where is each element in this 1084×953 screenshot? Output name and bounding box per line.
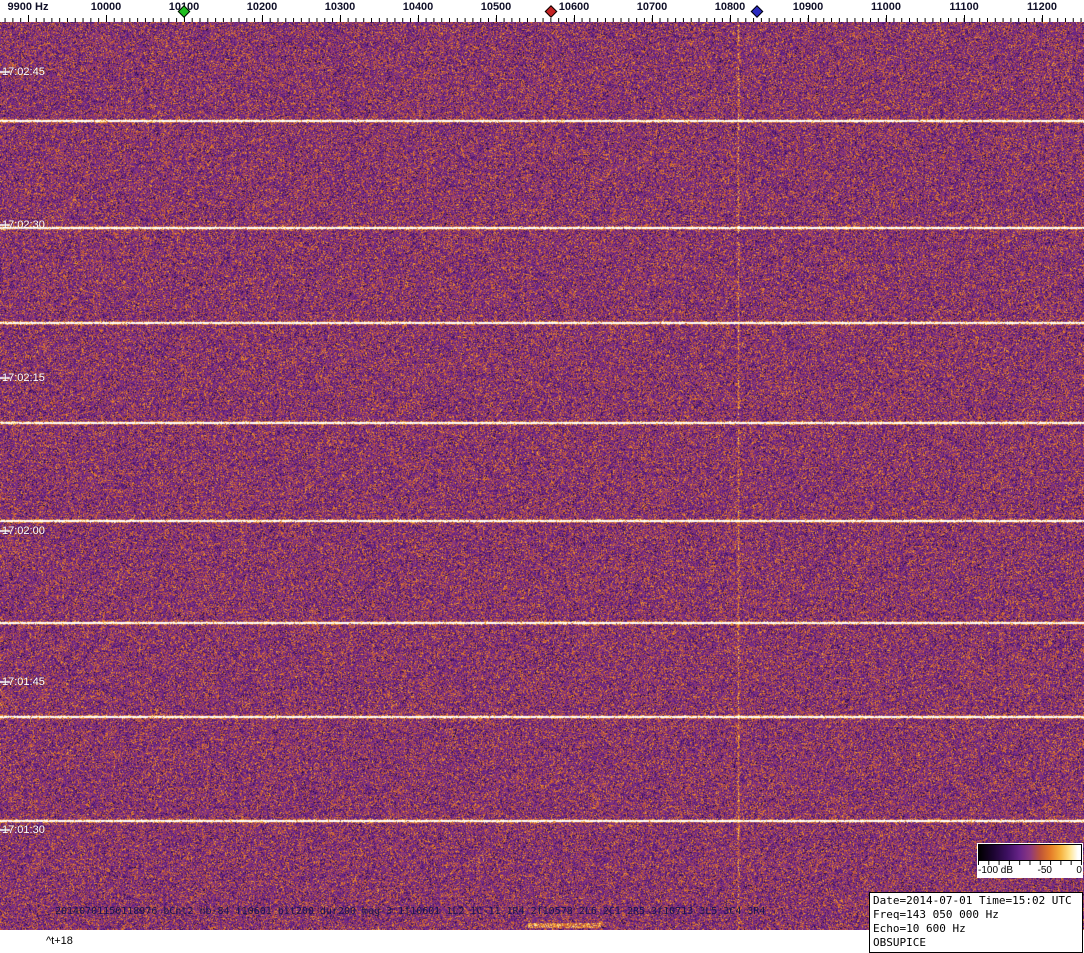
- ruler-tick-label: 9900 Hz: [8, 1, 49, 13]
- frequency-ruler[interactable]: 9900 Hz100001010010200103001040010500106…: [0, 0, 1084, 22]
- ruler-tick-label: 10600: [559, 1, 590, 13]
- ruler-tick-label: 11000: [871, 1, 901, 13]
- ruler-tick-label: 10700: [637, 1, 668, 13]
- colorbar-label-min: -100 dB: [978, 865, 1013, 876]
- ruler-tick-label: 10300: [325, 1, 356, 13]
- colorbar-label-max: 0: [1076, 865, 1082, 876]
- cursor-readout: ^t+18: [46, 935, 73, 947]
- spectrogram-canvas[interactable]: [0, 22, 1084, 930]
- db-colorbar: -100 dB -50 0: [977, 843, 1083, 878]
- ruler-tick-label: 10500: [481, 1, 512, 13]
- colorbar-labels: -100 dB -50 0: [978, 865, 1082, 876]
- ruler-tick-label: 10800: [715, 1, 746, 13]
- observation-info-box: Date=2014-07-01 Time=15:02 UTC Freq=143 …: [869, 892, 1083, 953]
- info-station-line: OBSUPICE: [873, 936, 1079, 950]
- ruler-tick-label: 10400: [403, 1, 434, 13]
- info-echo-line: Echo=10 600 Hz: [873, 922, 1079, 936]
- ruler-tick-label: 10200: [247, 1, 278, 13]
- ruler-tick-label: 11100: [949, 1, 978, 13]
- info-freq-line: Freq=143 050 000 Hz: [873, 908, 1079, 922]
- ruler-tick-label: 11200: [1027, 1, 1057, 13]
- info-date-line: Date=2014-07-01 Time=15:02 UTC: [873, 894, 1079, 908]
- ruler-tick-label: 10900: [793, 1, 824, 13]
- spectrum-waterfall-app: 9900 Hz100001010010200103001040010500106…: [0, 0, 1084, 953]
- colorbar-label-mid: -50: [1038, 865, 1052, 876]
- ruler-tick-label: 10000: [91, 1, 122, 13]
- ruler-major-ticks: [0, 15, 1084, 22]
- colorbar-gradient: [978, 844, 1082, 861]
- detection-annotation: 20140701150118976 bCnt2 nb-84 f10601 bit…: [55, 906, 765, 917]
